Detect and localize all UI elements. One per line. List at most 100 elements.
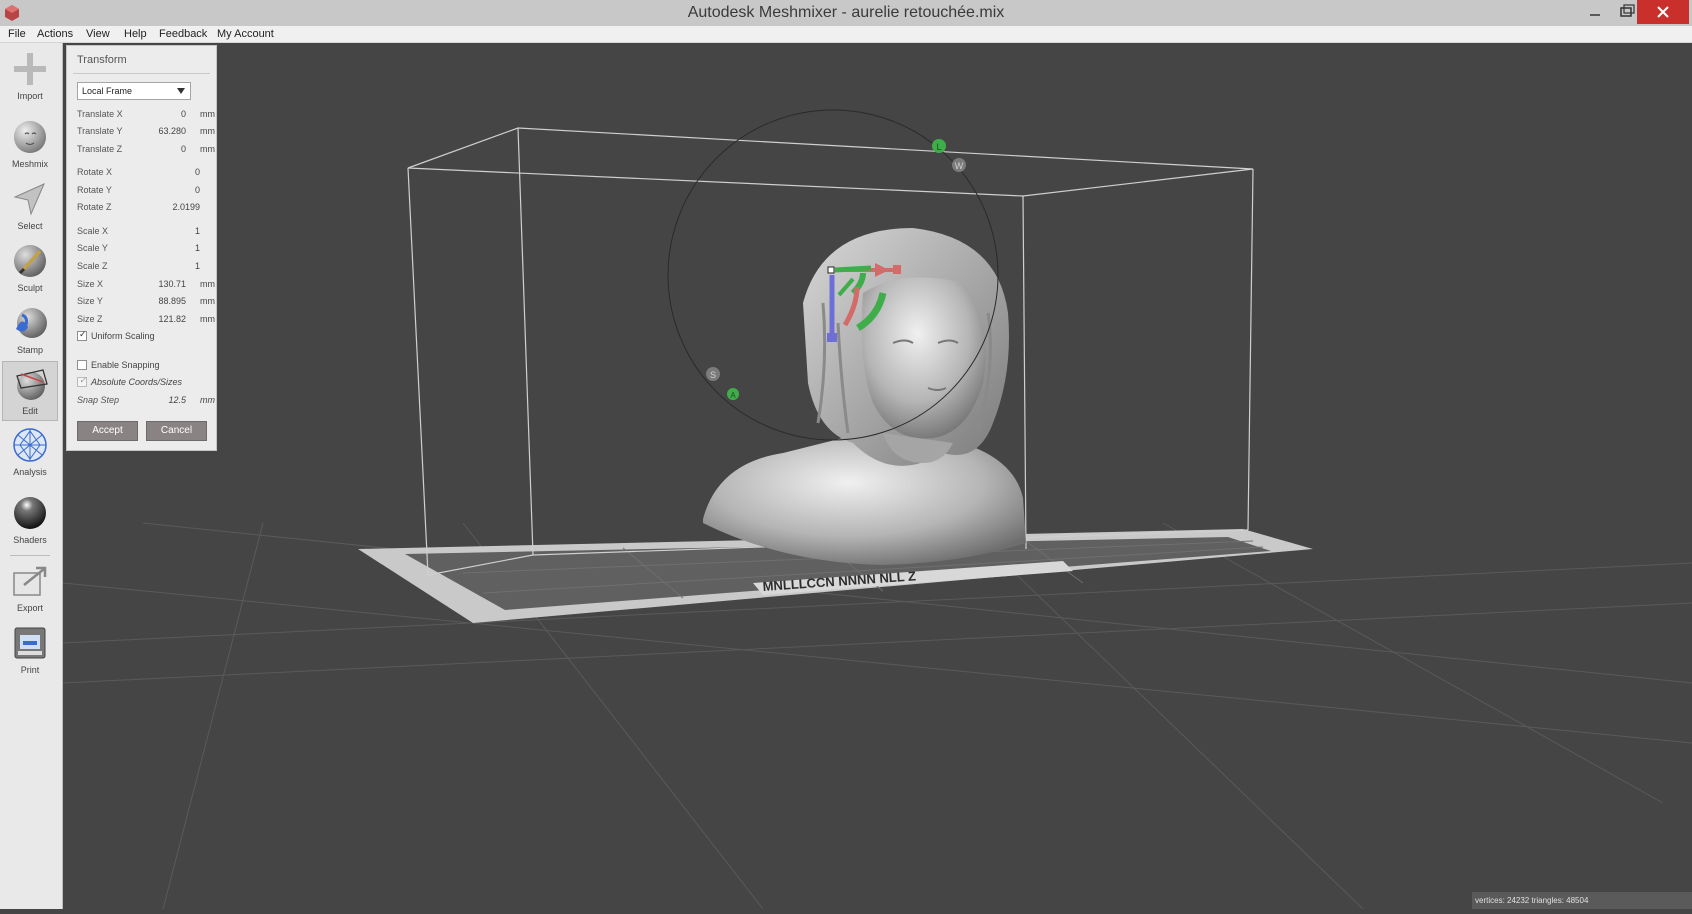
arrow-cursor-icon [13, 183, 45, 216]
snap-step-field[interactable]: 12.5 [168, 395, 186, 405]
enable-snapping-checkbox[interactable]: Enable Snapping [77, 358, 212, 372]
scene-canvas[interactable]: MNLLLCCN NNNN NLL Z L W S A [62, 43, 1692, 910]
checkmark-icon: ✓ [79, 375, 87, 385]
scale-x-label: Scale X [77, 226, 109, 236]
tool-print[interactable]: Print [2, 621, 58, 681]
menu-view[interactable]: View [86, 26, 110, 42]
translate-x-row: Translate X 0 mm [77, 107, 215, 121]
translate-y-field[interactable]: 63.280 [158, 126, 186, 136]
tool-shaders[interactable]: Shaders [2, 491, 58, 551]
snap-step-row: Snap Step 12.5 mm [77, 393, 215, 407]
size-z-label: Size Z [77, 314, 103, 324]
tool-import[interactable]: Import [2, 47, 58, 107]
gizmo-handle-l-label: L [936, 142, 941, 152]
scale-z-row: Scale Z 1 [77, 259, 212, 273]
menu-file[interactable]: File [8, 26, 26, 42]
translate-x-unit: mm [200, 109, 215, 119]
menu-feedback[interactable]: Feedback [159, 26, 207, 42]
translate-z-field[interactable]: 0 [181, 144, 186, 154]
scale-y-label: Scale Y [77, 243, 108, 253]
panel-title: Transform [77, 54, 127, 66]
gizmo-handle-w-label: W [955, 161, 964, 171]
stamp-icon [16, 308, 47, 338]
tool-sculpt[interactable]: Sculpt [2, 239, 58, 299]
analysis-sphere-icon [13, 428, 47, 462]
title-bar: Autodesk Meshmixer - aurelie retouchée.m… [0, 0, 1692, 27]
absolute-coords-checkbox[interactable]: ✓ Absolute Coords/Sizes [77, 375, 212, 389]
tool-analysis-label: Analysis [13, 467, 47, 477]
left-toolbar: Import Meshmix Select Sculpt Stamp Edit … [0, 43, 63, 909]
tool-meshmix[interactable]: Meshmix [2, 115, 58, 175]
tool-select-label: Select [17, 221, 43, 231]
head-sphere-icon [14, 121, 46, 153]
rotate-z-field[interactable]: 2.0199 [172, 202, 200, 212]
size-y-field[interactable]: 88.895 [158, 296, 186, 306]
export-icon [13, 566, 47, 596]
translate-y-row: Translate Y 63.280 mm [77, 124, 215, 138]
size-z-row: Size Z 121.82 mm [77, 312, 215, 326]
translate-z-row: Translate Z 0 mm [77, 142, 215, 156]
scale-x-field[interactable]: 1 [195, 226, 200, 236]
rotate-x-field[interactable]: 0 [195, 167, 200, 177]
panel-divider [73, 73, 210, 74]
3d-viewport[interactable]: MNLLLCCN NNNN NLL Z L W S A [62, 43, 1692, 910]
menu-my-account[interactable]: My Account [217, 26, 274, 42]
size-x-field[interactable]: 130.71 [158, 279, 186, 289]
cancel-button[interactable]: Cancel [146, 421, 207, 441]
uniform-scaling-checkbox[interactable]: ✓ Uniform Scaling [77, 329, 212, 343]
shader-sphere-icon [14, 497, 46, 529]
rotate-z-row: Rotate Z 2.0199 [77, 200, 212, 214]
toolbar-separator [10, 555, 50, 556]
enable-snapping-label: Enable Snapping [91, 360, 160, 370]
frame-dropdown-value: Local Frame [82, 86, 133, 96]
translate-x-field[interactable]: 0 [181, 109, 186, 119]
brush-icon [14, 245, 46, 277]
tool-analysis[interactable]: Analysis [2, 423, 58, 483]
snap-step-label: Snap Step [77, 395, 120, 405]
tool-export[interactable]: Export [2, 559, 58, 619]
uniform-scaling-box[interactable]: ✓ [77, 329, 87, 341]
minimize-button[interactable] [1580, 0, 1610, 24]
tool-select[interactable]: Select [2, 177, 58, 237]
scale-x-row: Scale X 1 [77, 224, 212, 238]
close-button[interactable] [1637, 0, 1689, 24]
accept-button[interactable]: Accept [77, 421, 138, 441]
size-y-unit: mm [200, 296, 215, 306]
scale-y-row: Scale Y 1 [77, 241, 212, 255]
enable-snapping-box[interactable] [77, 360, 87, 370]
rotate-x-row: Rotate X 0 [77, 165, 212, 179]
absolute-coords-label: Absolute Coords/Sizes [91, 377, 183, 387]
chevron-down-icon [177, 88, 185, 94]
size-x-row: Size X 130.71 mm [77, 277, 215, 291]
size-z-field[interactable]: 121.82 [158, 314, 186, 324]
translate-z-unit: mm [200, 144, 215, 154]
tool-meshmix-label: Meshmix [11, 159, 48, 169]
menu-actions[interactable]: Actions [37, 26, 73, 42]
tool-edit[interactable]: Edit [2, 361, 58, 421]
size-x-label: Size X [77, 279, 104, 289]
frame-dropdown[interactable]: Local Frame [77, 82, 191, 100]
checkmark-icon: ✓ [79, 329, 87, 339]
tool-shaders-label: Shaders [13, 535, 47, 545]
window-title: Autodesk Meshmixer - aurelie retouchée.m… [687, 4, 1005, 21]
menu-help[interactable]: Help [124, 26, 147, 42]
transform-panel: Transform Local Frame Translate X 0 mm T… [66, 45, 217, 451]
scale-z-field[interactable]: 1 [195, 261, 200, 271]
translate-y-unit: mm [200, 126, 215, 136]
uniform-scaling-label: Uniform Scaling [91, 331, 155, 341]
snap-step-unit: mm [200, 395, 215, 405]
scale-y-field[interactable]: 1 [195, 243, 200, 253]
gizmo-handle-s-label: S [710, 370, 716, 380]
size-y-row: Size Y 88.895 mm [77, 294, 215, 308]
rotate-y-row: Rotate Y 0 [77, 183, 212, 197]
rotate-y-field[interactable]: 0 [195, 185, 200, 195]
size-x-unit: mm [200, 279, 215, 289]
tool-sculpt-label: Sculpt [17, 283, 43, 293]
absolute-coords-box[interactable]: ✓ [77, 375, 87, 387]
tool-stamp[interactable]: Stamp [2, 301, 58, 361]
tool-stamp-label: Stamp [16, 345, 43, 355]
tool-import-label: Import [17, 91, 43, 101]
gizmo-handle-a-label: A [730, 391, 736, 400]
size-y-label: Size Y [77, 296, 103, 306]
tool-print-label: Print [20, 665, 40, 675]
